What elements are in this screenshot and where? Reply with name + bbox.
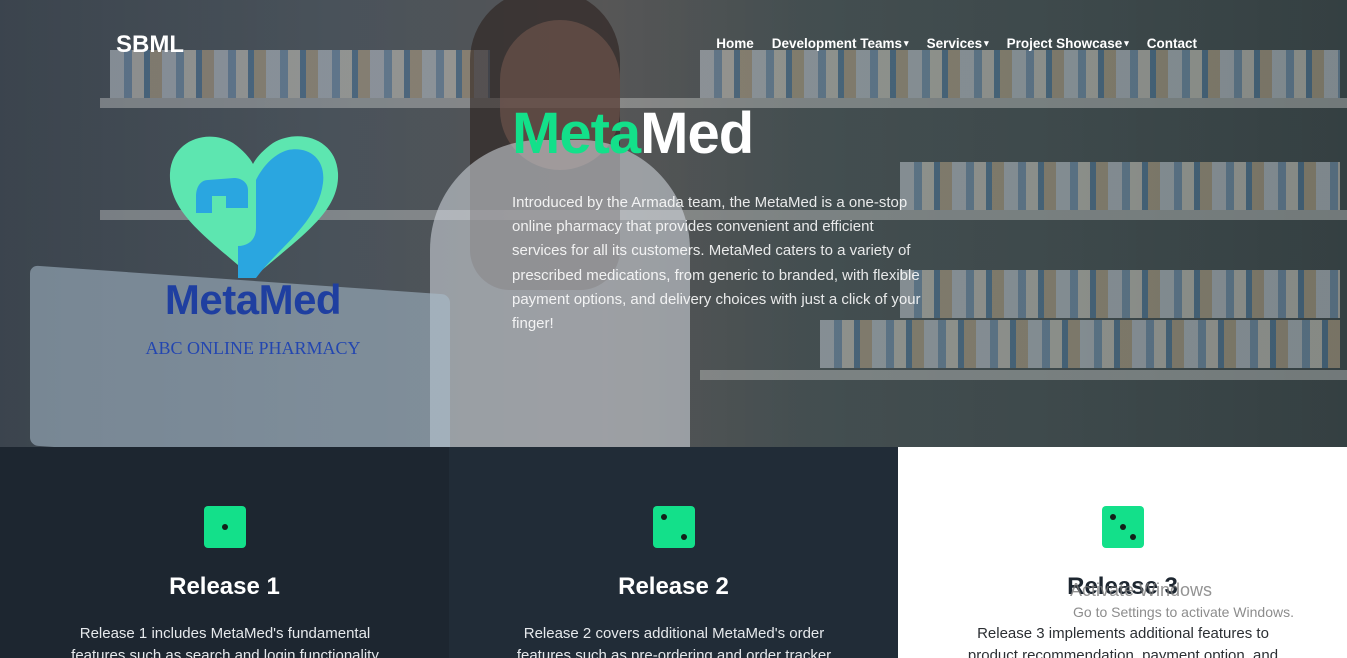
nav-services[interactable]: Services ▾	[927, 36, 989, 51]
hero-description: Introduced by the Armada team, the MetaM…	[512, 194, 921, 333]
main-nav: Home Development Teams ▾ Services ▾ Projec…	[716, 36, 1197, 51]
heart-logo-icon	[169, 136, 339, 278]
hero-title: MetaMed	[512, 100, 754, 167]
release-card-3: Release 3 Release 3 implements additiona…	[898, 447, 1347, 658]
logo-subtitle: ABC ONLINE PHARMACY	[145, 338, 361, 358]
release-card-1: Release 1 Release 1 includes MetaMed's f…	[0, 447, 449, 658]
caret-down-icon: ▾	[904, 38, 909, 48]
release-text: Release 2 covers additional MetaMed's or…	[516, 625, 832, 658]
release-text: Release 3 implements additional features…	[967, 625, 1279, 658]
dice-two-icon	[652, 506, 695, 548]
die-pip	[1119, 524, 1126, 530]
nav-contact[interactable]: Contact	[1147, 36, 1197, 51]
die-pip	[1109, 514, 1116, 520]
die-pip	[221, 524, 228, 530]
dice-three-icon	[1101, 506, 1144, 548]
release-title: Release 2	[618, 573, 729, 600]
dice-one-icon	[203, 506, 246, 548]
release-text: Release 1 includes MetaMed's fundamental…	[71, 625, 379, 658]
die-pip	[660, 514, 667, 520]
die-pip	[680, 534, 687, 540]
site-brand[interactable]: SBML	[116, 31, 184, 59]
nav-development-teams[interactable]: Development Teams ▾	[772, 36, 909, 51]
die-pip	[1129, 534, 1136, 540]
hero-title-rest: Med	[640, 101, 754, 166]
nav-project-showcase[interactable]: Project Showcase ▾	[1007, 36, 1129, 51]
windows-watermark-title: Activate Windows	[1070, 580, 1213, 600]
nav-home[interactable]: Home	[716, 36, 754, 51]
shelf-products	[900, 270, 1340, 318]
release-title: Release 1	[169, 573, 280, 600]
caret-down-icon: ▾	[984, 38, 989, 48]
caret-down-icon: ▾	[1124, 38, 1129, 48]
hero-section: SBML Home Development Teams ▾ Services ▾ P…	[0, 0, 1347, 447]
release-card-2: Release 2 Release 2 covers additional Me…	[449, 447, 898, 658]
shelf-products	[700, 50, 1340, 98]
logo-title: MetaMed	[164, 276, 342, 323]
release-cards: Release 1 Release 1 includes MetaMed's f…	[0, 447, 1347, 658]
windows-watermark-subtitle: Go to Settings to activate Windows.	[1073, 604, 1294, 620]
hero-title-accent: Meta	[512, 101, 641, 166]
metamed-logo: MetaMed ABC ONLINE PHARMACY	[138, 128, 368, 368]
shelf-products	[900, 162, 1340, 210]
shelf-background	[700, 370, 1347, 380]
